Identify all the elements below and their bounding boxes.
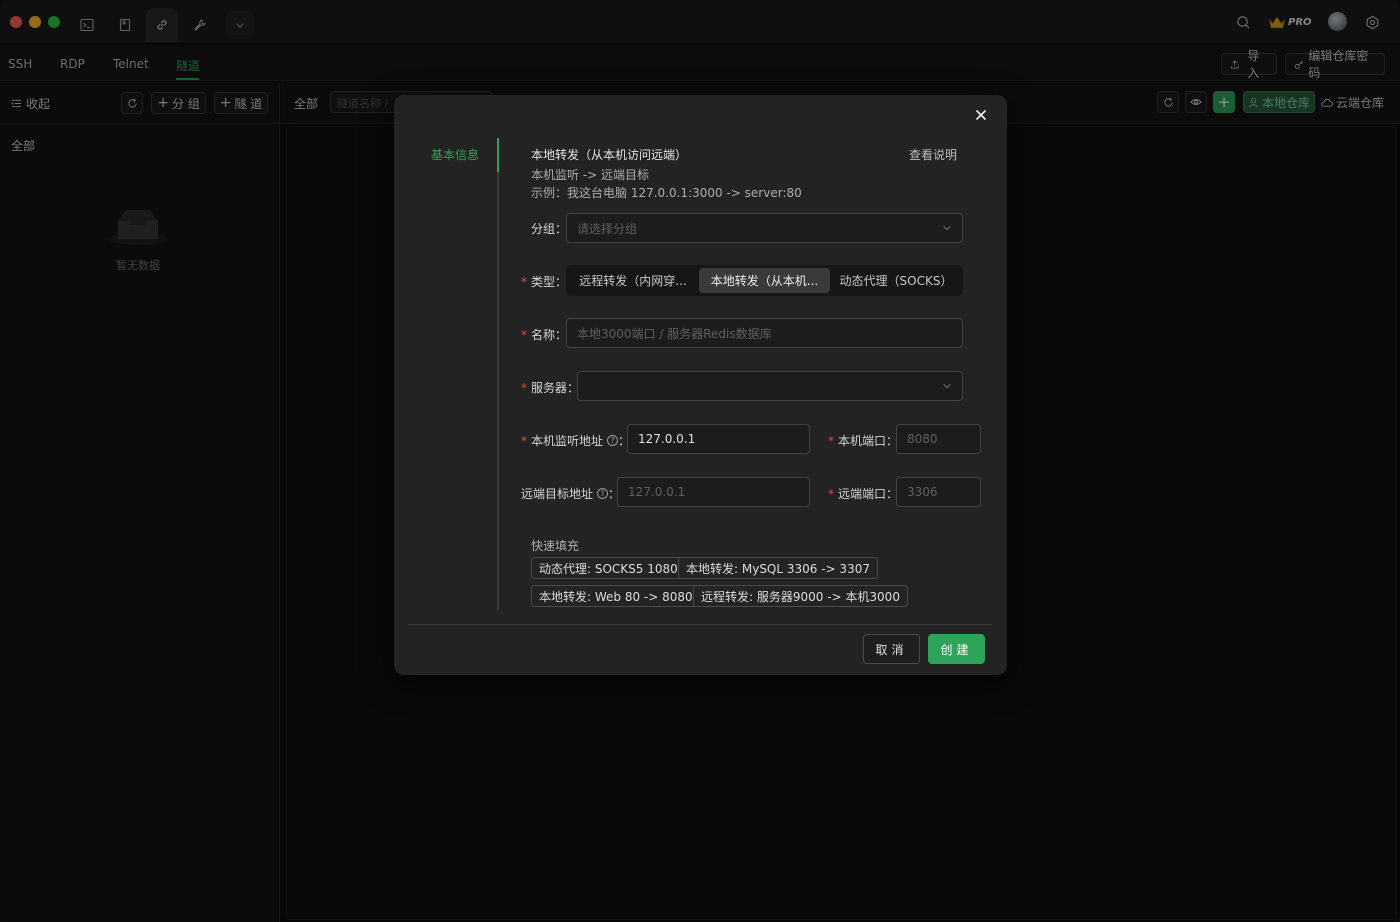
- dialog-title: 本地转发（从本机访问远端）: [531, 148, 688, 162]
- group-select[interactable]: 请选择分组: [566, 213, 963, 243]
- help-circle-icon[interactable]: ?: [597, 488, 609, 499]
- server-select[interactable]: [577, 371, 963, 401]
- remote-address-input[interactable]: 127.0.0.1: [617, 477, 810, 507]
- remote-address-label: 远端目标地址?：: [521, 487, 621, 501]
- type-label: * 类型：: [521, 274, 568, 290]
- preset-web-80[interactable]: 本地转发: Web 80 -> 8080: [531, 585, 701, 607]
- group-placeholder: 请选择分组: [577, 221, 638, 236]
- close-icon[interactable]: [970, 104, 992, 126]
- local-address-input[interactable]: 127.0.0.1: [627, 424, 810, 454]
- app-window: PRO SSH RDP Telnet 隧道 导入 编辑仓库密码 收起 + 分 组…: [0, 0, 1400, 922]
- nav-divider: [497, 138, 499, 610]
- name-input[interactable]: 本地3000端口 / 服务器Redis数据库: [566, 318, 963, 348]
- server-label: * 服务器：: [521, 380, 580, 396]
- name-placeholder: 本地3000端口 / 服务器Redis数据库: [577, 326, 772, 341]
- type-segmented-control: 远程转发（内网穿... 本地转发（从本机... 动态代理（SOCKS）: [566, 265, 963, 296]
- preset-mysql-3306[interactable]: 本地转发: MySQL 3306 -> 3307: [678, 557, 878, 579]
- local-port-placeholder: 8080: [907, 432, 938, 446]
- cancel-button[interactable]: 取消: [863, 634, 920, 664]
- chevron-down-icon: [943, 384, 951, 389]
- preset-socks5-1080[interactable]: 动态代理: SOCKS5 1080: [531, 557, 686, 579]
- quick-fill-label: 快速填充: [531, 539, 580, 553]
- remote-port-input[interactable]: 3306: [896, 477, 981, 507]
- example-text: 示例：我这台电脑 127.0.0.1:3000 -> server:80: [531, 186, 802, 200]
- create-button[interactable]: 创建: [928, 634, 985, 664]
- remote-port-label: * 远端端口：: [828, 486, 899, 502]
- local-port-label: * 本机端口：: [828, 433, 899, 449]
- remote-port-placeholder: 3306: [907, 485, 938, 499]
- local-port-input[interactable]: 8080: [896, 424, 981, 454]
- help-circle-icon[interactable]: ?: [607, 435, 619, 446]
- view-help-link[interactable]: 查看说明: [909, 146, 957, 163]
- preset-remote-9000[interactable]: 远程转发: 服务器9000 -> 本机3000: [693, 585, 908, 607]
- local-address-label: * 本机监听地址?：: [521, 433, 631, 449]
- local-address-value: 127.0.0.1: [638, 432, 696, 446]
- name-label: * 名称：: [521, 327, 568, 343]
- nav-active-indicator: [497, 138, 499, 172]
- footer-divider: [408, 624, 992, 625]
- direction-subtitle: 本机监听 -> 远端目标: [531, 168, 650, 182]
- chevron-down-icon: [943, 226, 951, 231]
- nav-basic-info[interactable]: 基本信息: [431, 146, 479, 163]
- type-option-remote[interactable]: 远程转发（内网穿...: [570, 268, 696, 293]
- type-option-dynamic[interactable]: 动态代理（SOCKS）: [833, 268, 959, 293]
- type-option-local[interactable]: 本地转发（从本机...: [699, 268, 830, 293]
- group-label: 分组：: [531, 222, 568, 236]
- remote-address-placeholder: 127.0.0.1: [628, 485, 686, 499]
- create-tunnel-dialog: 基本信息 本地转发（从本机访问远端） 查看说明 本机监听 -> 远端目标 示例：…: [394, 95, 1007, 675]
